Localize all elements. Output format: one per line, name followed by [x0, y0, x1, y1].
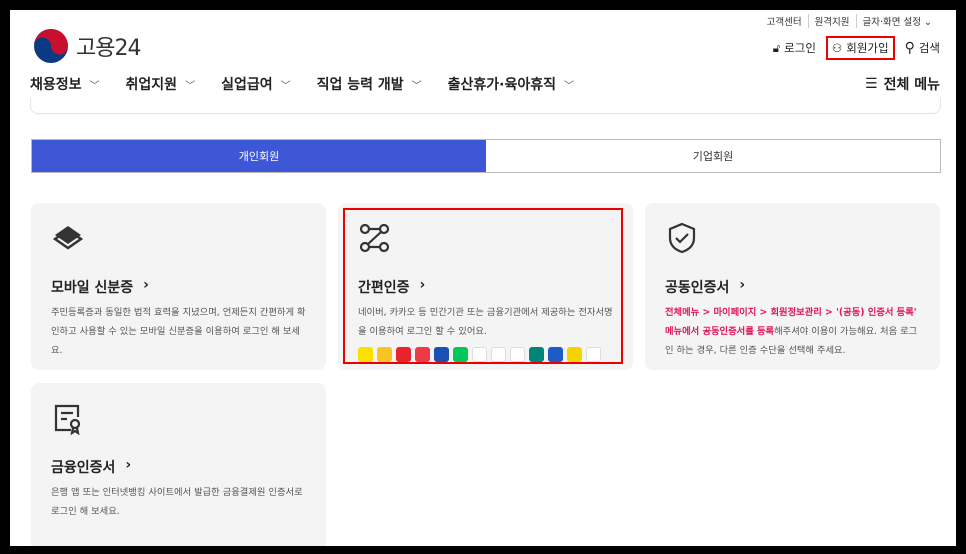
all-menu-label: 전체 메뉴	[883, 77, 940, 93]
customer-center-link[interactable]: 고객센터	[761, 14, 808, 28]
card-title: 금융인증서	[51, 460, 116, 476]
card-mobile-id[interactable]: 모바일 신분증 › 주민등록증과 동일한 법적 효력을 지녔으며, 언제든지 간편…	[31, 203, 326, 370]
chevron-down-icon: ﹀	[185, 80, 196, 92]
card-desc: 주민등록증과 동일한 법적 효력을 지녔으며, 언제든지 간편하게 확인하고 사…	[51, 307, 306, 356]
chevron-right-icon: ›	[143, 277, 149, 293]
login-button[interactable]: 🔓︎ 로그인	[773, 40, 816, 56]
logo-text: 고용24	[76, 36, 141, 61]
display-settings-link[interactable]: 글자·화면 설정 ⌄	[855, 14, 938, 28]
lock-icon: 🔓︎	[772, 40, 781, 55]
chevron-down-icon: ﹀	[280, 80, 291, 92]
main-nav: 채용정보 ﹀ 취업지원 ﹀ 실업급여 ﹀ 직업 능력 개발 ﹀ 출산휴가·육아휴직 ﹀	[30, 74, 574, 94]
page: 고객센터 원격지원 글자·화면 설정 ⌄ 고용24 🔓︎ 로그인 ⚇ 회원가입 ⚲ 검…	[10, 10, 956, 546]
nav-unemployment[interactable]: 실업급여 ﹀	[221, 74, 291, 94]
all-menu-button[interactable]: ☰ 전체 메뉴	[865, 74, 940, 94]
logo[interactable]: 고용24	[32, 27, 141, 65]
layers-icon	[52, 226, 84, 250]
card-finance-cert[interactable]: 금융인증서 › 은행 앱 또는 인터넷뱅킹 사이트에서 발급한 금융결제원 인증서…	[31, 383, 326, 546]
join-button[interactable]: ⚇ 회원가입	[825, 36, 895, 60]
utility-links: 고객센터 원격지원 글자·화면 설정 ⌄	[761, 14, 938, 28]
card-joint-cert[interactable]: 공동인증서 › 전체메뉴 > 마이페이지 > 회원정보관리 > '(공동) 인증서…	[645, 203, 940, 370]
shield-check-icon	[668, 222, 696, 254]
taegeuk-logo-icon	[34, 29, 68, 63]
certificate-icon	[54, 404, 81, 436]
remote-support-link[interactable]: 원격지원	[807, 14, 856, 28]
divider	[30, 98, 941, 114]
user-plus-icon: ⚇	[831, 41, 843, 55]
login-label: 로그인	[784, 41, 816, 55]
member-type-tabs: 개인회원 기업회원	[31, 139, 941, 173]
chevron-down-icon: ﹀	[411, 80, 422, 92]
chevron-right-icon: ›	[739, 277, 746, 293]
card-title: 공동인증서	[665, 280, 730, 296]
card-desc: 은행 앱 또는 인터넷뱅킹 사이트에서 발급한 금융결제원 인증서로 로그인 해…	[51, 487, 303, 517]
card-title: 모바일 신분증	[51, 280, 134, 296]
card-desc: 전체메뉴 > 마이페이지 > 회원정보관리 > '(공동) 인증서 등록' 메뉴…	[665, 303, 920, 360]
search-label: 검색	[918, 41, 940, 55]
nav-label: 출산휴가·육아휴직	[447, 77, 556, 93]
hamburger-icon: ☰	[865, 76, 878, 92]
nav-label: 실업급여	[221, 77, 273, 93]
chevron-right-icon: ›	[125, 457, 132, 473]
join-label: 회원가입	[846, 41, 889, 55]
nav-label: 직업 능력 개발	[316, 77, 404, 93]
nav-jobs[interactable]: 채용정보 ﹀	[30, 74, 100, 94]
nav-label: 취업지원	[125, 77, 178, 93]
search-button[interactable]: ⚲ 검색	[905, 40, 940, 56]
tab-corporate[interactable]: 기업회원	[486, 140, 940, 172]
nav-leave[interactable]: 출산휴가·육아휴직 ﹀	[448, 74, 574, 94]
nav-employment-support[interactable]: 취업지원 ﹀	[126, 74, 196, 94]
tab-personal[interactable]: 개인회원	[32, 140, 486, 172]
highlight-box	[343, 208, 623, 364]
nav-training[interactable]: 직업 능력 개발 ﹀	[317, 74, 422, 94]
search-icon: ⚲	[904, 40, 915, 56]
chevron-down-icon: ﹀	[89, 80, 100, 92]
chevron-down-icon: ﹀	[563, 80, 574, 92]
nav-label: 채용정보	[30, 77, 82, 93]
